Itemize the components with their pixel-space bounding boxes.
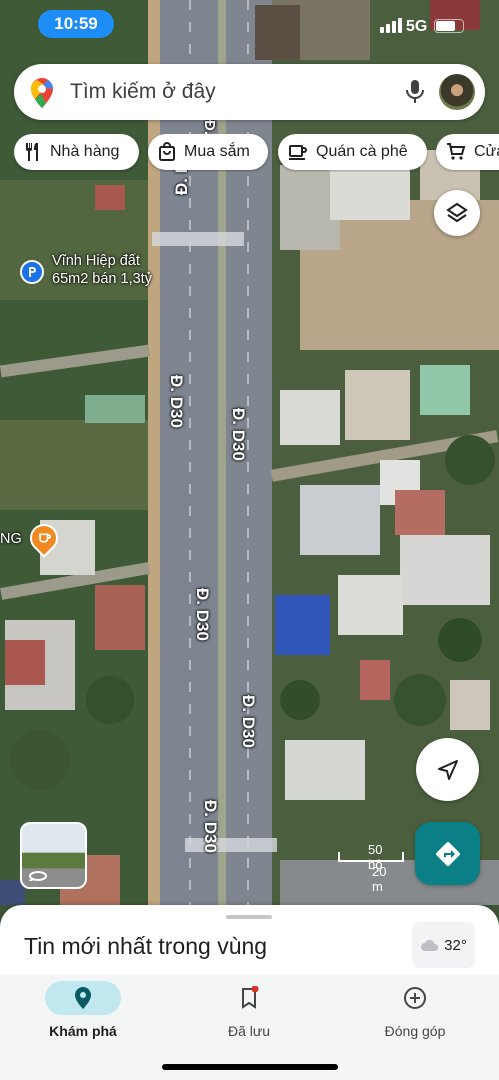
road-label: Đ. D30 [239, 695, 258, 748]
nav-explore[interactable]: Khám phá [0, 975, 166, 1065]
nav-label: Khám phá [49, 1023, 117, 1039]
street-view-thumbnail[interactable] [20, 822, 87, 889]
directions-icon [435, 841, 460, 866]
shopping-bag-icon [159, 142, 175, 161]
avatar[interactable] [439, 74, 475, 110]
chip-label: Quán cà phê [316, 143, 408, 160]
rotate-360-icon [29, 871, 47, 881]
category-chips: Nhà hàng Mua sắm Quán cà phê Cửa [14, 134, 499, 172]
chip-cafes[interactable]: Quán cà phê [278, 134, 427, 170]
bookmark-icon [242, 986, 259, 1009]
nav-label: Đã lưu [227, 1023, 271, 1039]
explore-pin-icon [75, 987, 91, 1009]
road-label: Đ. D30 [201, 800, 220, 853]
battery-icon [434, 19, 464, 33]
layers-button[interactable] [434, 190, 480, 236]
weather-chip[interactable]: 32° [412, 922, 475, 968]
add-circle-icon [404, 987, 426, 1009]
chip-label: Nhà hàng [50, 143, 120, 160]
chip-label: Cửa [474, 143, 499, 160]
parking-icon [20, 260, 44, 284]
navigation-arrow-icon [437, 759, 458, 780]
cloud-icon [421, 939, 439, 951]
status-bar: 10:59 5G [0, 0, 499, 50]
poi-subtitle: 65m2 bán 1,3tỷ [52, 271, 152, 287]
sheet-drag-handle[interactable] [226, 915, 272, 919]
nav-label: Đóng góp [384, 1023, 446, 1039]
nav-saved[interactable]: Đã lưu [166, 975, 332, 1065]
search-input[interactable]: Tìm kiếm ở đây [70, 80, 216, 104]
sheet-title: Tin mới nhất trong vùng [24, 933, 268, 959]
network-type: 5G [406, 18, 428, 35]
poi-title: NG [0, 531, 22, 547]
layers-icon [446, 202, 468, 223]
chip-shops[interactable]: Cửa [436, 134, 499, 170]
road-label: Đ. D30 [229, 408, 248, 461]
search-bar[interactable]: Tìm kiếm ở đây [14, 64, 485, 120]
signal-icon [380, 18, 402, 33]
restaurant-icon [26, 143, 38, 161]
chip-label: Mua sắm [184, 143, 250, 160]
scale-meters: 20 m [372, 864, 387, 894]
my-location-button[interactable] [416, 738, 479, 801]
home-indicator[interactable] [162, 1064, 338, 1070]
nav-contribute[interactable]: Đóng góp [332, 975, 498, 1065]
microphone-icon[interactable] [404, 78, 426, 111]
cart-icon [447, 143, 466, 160]
road-label: Đ. D30 [193, 588, 212, 641]
maps-pin-icon [31, 78, 53, 113]
chip-shopping[interactable]: Mua sắm [148, 134, 268, 170]
coffee-icon [289, 145, 307, 160]
weather-temp: 32° [444, 936, 467, 954]
status-time: 10:59 [38, 10, 114, 38]
road-label: Đ. D30 [167, 375, 186, 428]
chip-restaurants[interactable]: Nhà hàng [14, 134, 139, 170]
directions-button[interactable] [415, 822, 480, 885]
poi-title: Vĩnh Hiệp đất [52, 253, 140, 269]
